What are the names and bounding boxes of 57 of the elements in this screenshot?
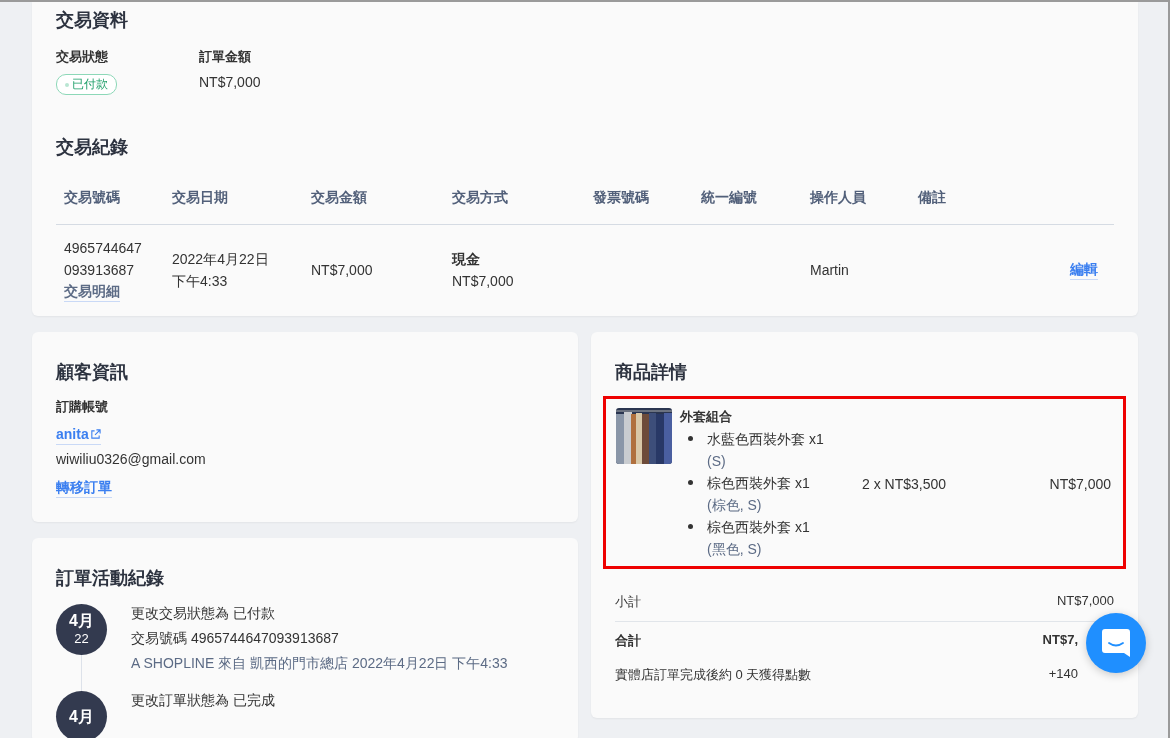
variant-text: (棕色, S) [707,496,762,515]
line-total: NT$7,000 [1049,476,1111,492]
column-header: 交易金額 [310,189,368,207]
payment-method: 現金 [452,249,480,269]
activity-text: 更改交易狀態為 已付款 [131,604,275,623]
activity-text: 更改訂單狀態為 已完成 [131,691,275,710]
column-header: 發票號碼 [592,189,650,207]
bullet-icon [688,524,693,529]
transaction-number: 093913687 [64,261,135,280]
operator-name: Martin [810,260,849,280]
bullet-icon [688,436,693,441]
date-text: 下午4:33 [172,271,228,291]
date-text: 2022年4月22日 [172,249,269,269]
field-label: 訂購帳號 [56,398,108,416]
column-header: 交易方式 [451,189,509,207]
section-title: 訂單活動紀錄 [56,567,164,590]
amount-text: NT$7,000 [452,271,514,291]
bullet-icon [688,480,693,485]
date-badge: 4月 22 [56,604,107,655]
section-title: 商品詳情 [615,361,687,384]
component-name: 棕色西裝外套 x1 [707,474,810,493]
section-title: 顧客資訊 [56,361,128,384]
variant-text: (黑色, S) [707,540,762,559]
component-name: 棕色西裝外套 x1 [707,518,810,537]
summary-label: 小計 [615,593,641,611]
edit-link[interactable]: 編輯 [1070,259,1098,280]
transaction-number: 4965744647 [64,239,142,258]
column-header: 統一編號 [700,189,758,207]
section-title: 交易紀錄 [56,136,128,159]
amount-text: NT$7,000 [311,260,373,280]
account-link[interactable]: anita [56,424,101,445]
summary-value: NT$7, [1042,632,1078,649]
date-badge: 4月 [56,691,107,738]
column-header: 備註 [917,189,947,207]
column-header: 交易號碼 [63,189,121,207]
activity-meta: A SHOPLINE 來自 凱西的門市總店 2022年4月22日 下午4:33 [131,654,508,673]
column-header: 操作人員 [809,189,867,207]
summary-value: NT$7,000 [1056,593,1114,610]
unit-price: 2 x NT$3,500 [862,476,948,492]
summary-value: +140 [1048,666,1078,683]
field-label: 訂單金額 [199,48,251,66]
column-header: 交易日期 [171,189,229,207]
activity-text: 交易號碼 4965744647093913687 [131,629,339,648]
chat-icon [1101,628,1131,658]
summary-label: 合計 [615,632,641,650]
product-name: 外套組合 [680,408,732,426]
transfer-order-link[interactable]: 轉移訂單 [56,477,112,498]
email-text: wiwiliu0326@gmail.com [56,451,207,467]
summary-label: 實體店訂單完成後約 0 天獲得點數 [615,666,812,684]
variant-text: (S) [707,452,726,471]
field-label: 交易狀態 [56,48,108,66]
field-value: NT$7,000 [199,74,261,90]
component-name: 水藍色西裝外套 x1 [707,430,824,449]
section-title: 交易資料 [56,9,128,32]
status-badge: 已付款 [56,74,117,95]
detail-link[interactable]: 交易明細 [64,281,120,302]
external-link-icon [89,428,101,440]
